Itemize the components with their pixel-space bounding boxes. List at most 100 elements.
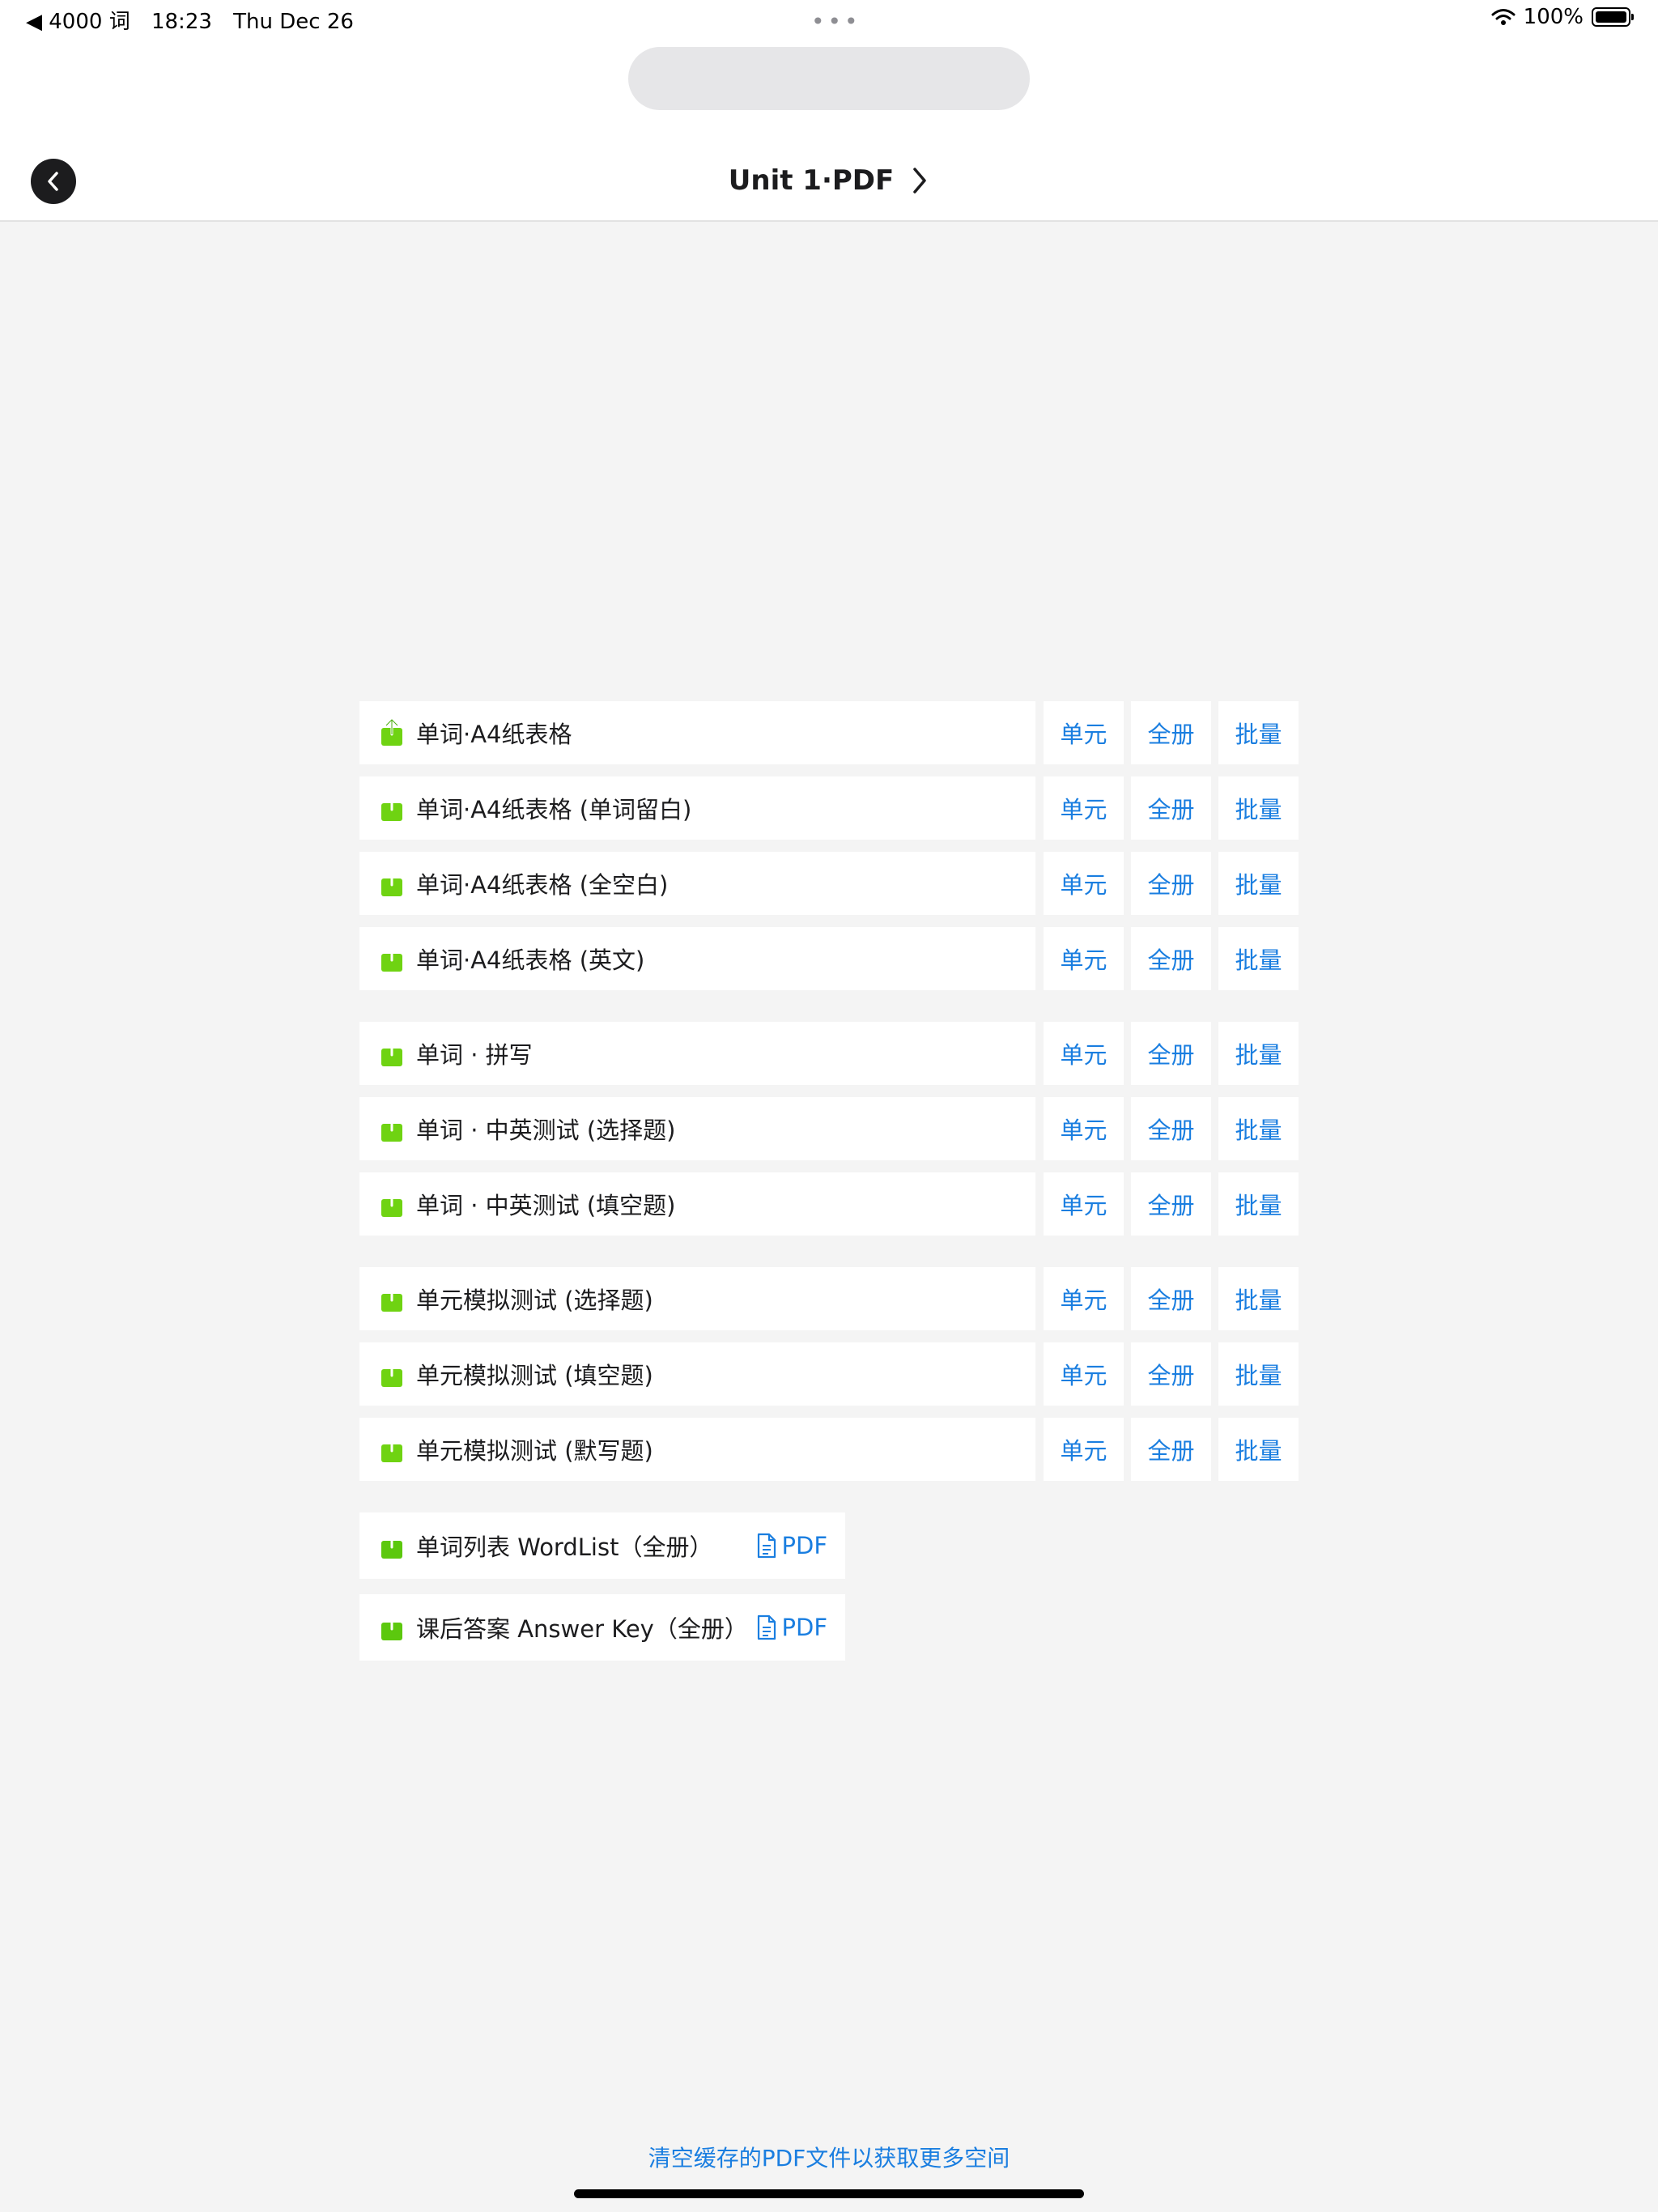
address-bar-pill[interactable]	[628, 47, 1030, 110]
whole-book-button[interactable]: 全册	[1131, 1418, 1211, 1481]
row-label-cell[interactable]: 单词·A4纸表格	[359, 701, 1035, 764]
title-area[interactable]: Unit 1·PDF	[0, 160, 1658, 201]
unit-button[interactable]: 单元	[1044, 776, 1124, 840]
pdf-row-label: 单词列表 WordList（全册）	[416, 1534, 713, 1561]
share-icon	[381, 869, 402, 896]
whole-book-button[interactable]: 全册	[1131, 1097, 1211, 1160]
row-label: 单词 · 拼写	[416, 1041, 533, 1069]
open-pdf-button[interactable]: PDF	[756, 1614, 828, 1641]
row-label: 单元模拟测试 (填空题)	[416, 1362, 653, 1389]
row-label: 单词·A4纸表格 (全空白)	[416, 871, 669, 899]
list-item: 单元模拟测试 (选择题) 单元 全册 批量	[359, 1267, 1299, 1330]
row-label-cell[interactable]: 单词 · 中英测试 (选择题)	[359, 1097, 1035, 1160]
row-label-cell[interactable]: 单词 · 中英测试 (填空题)	[359, 1172, 1035, 1236]
status-date: Thu Dec 26	[233, 10, 354, 34]
open-pdf-button[interactable]: PDF	[756, 1532, 828, 1559]
pdf-list-item: 课后答案 Answer Key（全册） PDF	[359, 1594, 845, 1661]
unit-button[interactable]: 单元	[1044, 1418, 1124, 1481]
list-item: 单词·A4纸表格 (全空白) 单元 全册 批量	[359, 852, 1299, 915]
batch-button[interactable]: 批量	[1218, 1418, 1299, 1481]
pdf-link-label: PDF	[781, 1532, 828, 1559]
row-label: 单元模拟测试 (默写题)	[416, 1437, 653, 1465]
list-item: 单词 · 拼写 单元 全册 批量	[359, 1022, 1299, 1085]
chevron-right-icon[interactable]	[910, 166, 929, 195]
document-icon	[757, 1614, 776, 1640]
batch-button[interactable]: 批量	[1218, 776, 1299, 840]
wifi-icon	[1491, 9, 1516, 25]
page-title: Unit 1·PDF	[728, 164, 895, 197]
row-label-cell[interactable]: 单词·A4纸表格 (全空白)	[359, 852, 1035, 915]
home-indicator[interactable]	[574, 2189, 1084, 2198]
row-label-cell[interactable]: 单词 · 拼写	[359, 1022, 1035, 1085]
batch-button[interactable]: 批量	[1218, 1097, 1299, 1160]
row-label: 单词·A4纸表格	[416, 721, 572, 748]
batch-button[interactable]: 批量	[1218, 1172, 1299, 1236]
document-icon	[757, 1533, 776, 1559]
row-label-cell[interactable]: 单元模拟测试 (选择题)	[359, 1267, 1035, 1330]
whole-book-button[interactable]: 全册	[1131, 701, 1211, 764]
whole-book-button[interactable]: 全册	[1131, 1022, 1211, 1085]
share-icon	[381, 1114, 402, 1142]
batch-button[interactable]: 批量	[1218, 927, 1299, 990]
share-icon	[381, 1359, 402, 1387]
status-left: ◀ 4000 词 18:23 Thu Dec 26	[26, 5, 368, 35]
unit-button[interactable]: 单元	[1044, 927, 1124, 990]
pdf-link-label: PDF	[781, 1614, 828, 1641]
pdf-list-item: 单词列表 WordList（全册） PDF	[359, 1512, 845, 1579]
share-icon	[381, 1435, 402, 1462]
batch-button[interactable]: 批量	[1218, 701, 1299, 764]
unit-button[interactable]: 单元	[1044, 701, 1124, 764]
row-label-cell[interactable]: 单词·A4纸表格 (英文)	[359, 927, 1035, 990]
share-icon	[381, 793, 402, 821]
unit-button[interactable]: 单元	[1044, 1342, 1124, 1406]
unit-button[interactable]: 单元	[1044, 1097, 1124, 1160]
row-label-cell[interactable]: 单元模拟测试 (默写题)	[359, 1418, 1035, 1481]
whole-book-button[interactable]: 全册	[1131, 927, 1211, 990]
share-icon	[381, 1189, 402, 1217]
share-icon	[381, 1284, 402, 1312]
batch-button[interactable]: 批量	[1218, 852, 1299, 915]
export-list: 单词·A4纸表格 单元 全册 批量 单词·A4纸表格 (单词留白) 单元 全册 …	[359, 701, 1299, 1493]
unit-button[interactable]: 单元	[1044, 852, 1124, 915]
batch-button[interactable]: 批量	[1218, 1342, 1299, 1406]
whole-book-button[interactable]: 全册	[1131, 1172, 1211, 1236]
battery-percent: 100%	[1523, 5, 1584, 29]
multitasking-dots-icon[interactable]: •••	[811, 8, 861, 35]
unit-button[interactable]: 单元	[1044, 1172, 1124, 1236]
clear-cache-link[interactable]: 清空缓存的PDF文件以获取更多空间	[0, 2141, 1658, 2173]
row-label-cell[interactable]: 单元模拟测试 (填空题)	[359, 1342, 1035, 1406]
pdf-row-label-cell[interactable]: 课后答案 Answer Key（全册）	[377, 1610, 748, 1644]
status-right: 100%	[1491, 5, 1634, 29]
row-label: 单词·A4纸表格 (单词留白)	[416, 796, 692, 823]
row-label: 单词 · 中英测试 (填空题)	[416, 1192, 676, 1219]
unit-button[interactable]: 单元	[1044, 1267, 1124, 1330]
share-icon	[381, 1039, 402, 1066]
battery-icon	[1592, 7, 1634, 27]
row-label: 单词 · 中英测试 (选择题)	[416, 1117, 676, 1144]
list-item: 单词 · 中英测试 (选择题) 单元 全册 批量	[359, 1097, 1299, 1160]
share-icon	[381, 944, 402, 972]
batch-button[interactable]: 批量	[1218, 1022, 1299, 1085]
row-label: 单元模拟测试 (选择题)	[416, 1287, 653, 1314]
top-bar: ◀ 4000 词 18:23 Thu Dec 26 ••• 100% Unit …	[0, 0, 1658, 222]
back-to-app-link[interactable]: ◀ 4000 词	[26, 10, 130, 34]
list-item: 单词 · 中英测试 (填空题) 单元 全册 批量	[359, 1172, 1299, 1236]
share-icon	[381, 1613, 402, 1640]
list-item: 单元模拟测试 (填空题) 单元 全册 批量	[359, 1342, 1299, 1406]
row-label-cell[interactable]: 单词·A4纸表格 (单词留白)	[359, 776, 1035, 840]
pdf-row-label: 课后答案 Answer Key（全册）	[416, 1615, 748, 1643]
unit-button[interactable]: 单元	[1044, 1022, 1124, 1085]
list-item: 单词·A4纸表格 (英文) 单元 全册 批量	[359, 927, 1299, 990]
pdf-row-label-cell[interactable]: 单词列表 WordList（全册）	[377, 1529, 712, 1563]
share-icon	[381, 718, 402, 746]
pdf-list: 单词列表 WordList（全册） PDF 课后答案 Answer Key（全册…	[359, 1512, 845, 1676]
row-label: 单词·A4纸表格 (英文)	[416, 946, 645, 974]
list-item: 单元模拟测试 (默写题) 单元 全册 批量	[359, 1418, 1299, 1481]
whole-book-button[interactable]: 全册	[1131, 1267, 1211, 1330]
whole-book-button[interactable]: 全册	[1131, 776, 1211, 840]
batch-button[interactable]: 批量	[1218, 1267, 1299, 1330]
whole-book-button[interactable]: 全册	[1131, 1342, 1211, 1406]
status-time: 18:23	[151, 10, 212, 34]
whole-book-button[interactable]: 全册	[1131, 852, 1211, 915]
share-icon	[381, 1531, 402, 1559]
